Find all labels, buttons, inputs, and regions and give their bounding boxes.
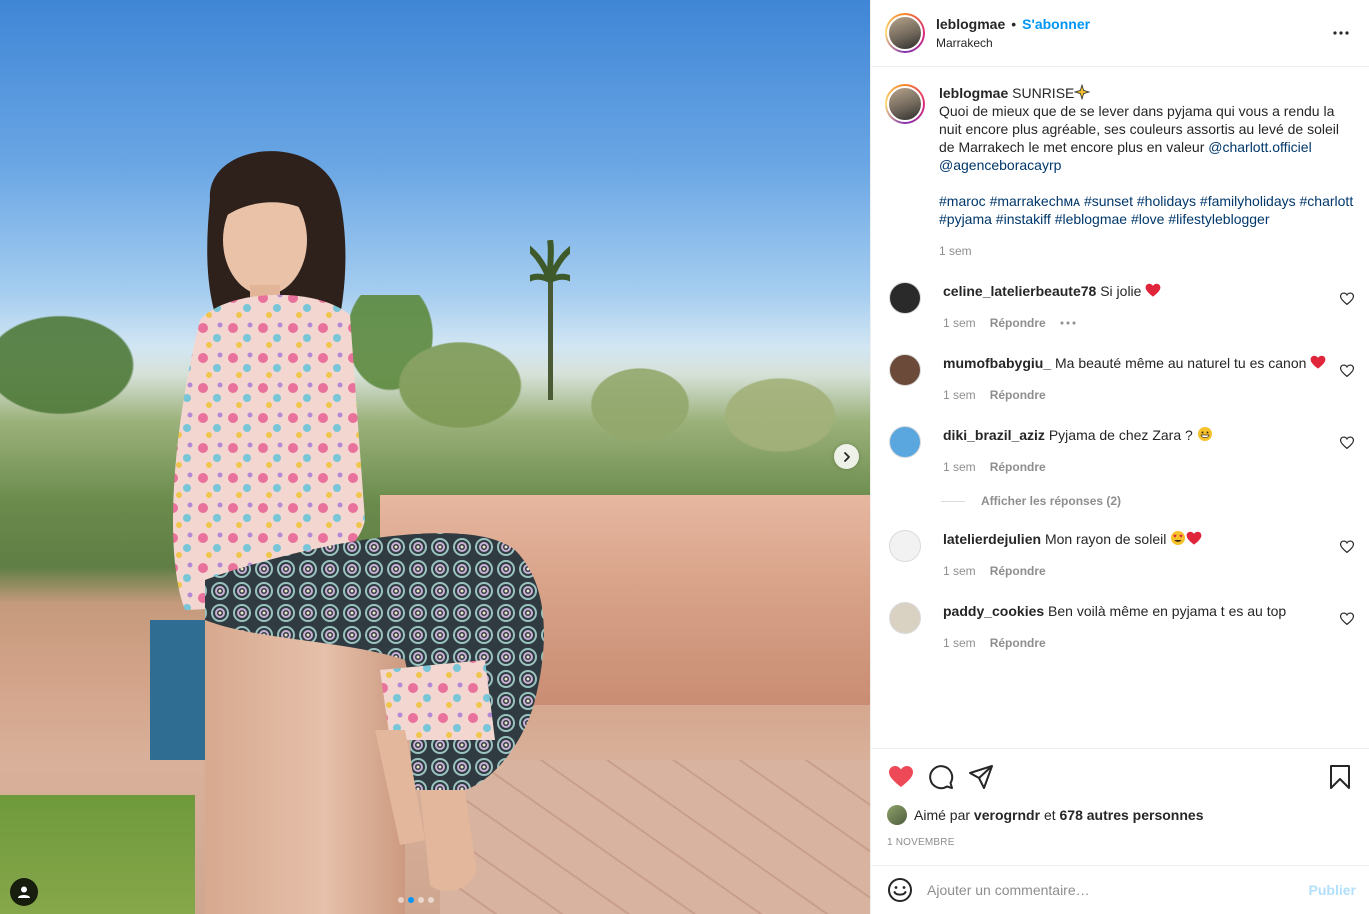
comment-username[interactable]: latelierdejulien (943, 531, 1041, 547)
comment-avatar[interactable] (889, 354, 921, 386)
comment-item: celine_latelierbeaute78 Si jolie 1 sem Ré… (885, 282, 1354, 332)
comment-text: Ma beauté même au naturel tu es canon (1055, 355, 1307, 371)
like-button[interactable] (887, 763, 915, 791)
comment-avatar[interactable] (889, 602, 921, 634)
liker-avatar[interactable] (887, 805, 907, 825)
comment-time[interactable]: 1 sem (943, 634, 976, 652)
post-location[interactable]: Marrakech (936, 36, 1329, 50)
comment-item: diki_brazil_aziz Pyjama de chez Zara ? 1… (885, 426, 1354, 476)
caption-mention-1[interactable]: @charlott.officiel (1208, 139, 1311, 155)
caption-time[interactable]: 1 sem (939, 242, 972, 260)
comment-text: Ben voilà même en pyjama t es au top (1048, 603, 1287, 619)
reply-button[interactable]: Répondre (990, 562, 1046, 580)
emoji-picker-icon[interactable] (887, 877, 913, 903)
heart-eyes-icon (1171, 531, 1186, 545)
post-side-panel: leblogmae • S'abonner Marrakech leblogma… (870, 0, 1369, 914)
post-date[interactable]: 1 NOVEMBRE (887, 837, 1354, 848)
save-button[interactable] (1326, 763, 1354, 791)
view-replies-button[interactable]: Afficher les réponses (2) (941, 494, 1354, 508)
next-photo-button[interactable] (834, 444, 859, 469)
reply-button[interactable]: Répondre (990, 386, 1046, 404)
photo-woman (173, 151, 544, 891)
header-bullet: • (1011, 16, 1017, 32)
comment-text: Mon rayon de soleil (1044, 531, 1167, 547)
comment-like-icon[interactable] (1340, 364, 1354, 378)
author-avatar[interactable] (885, 13, 925, 53)
bookmark-icon (1330, 765, 1350, 789)
more-options-button[interactable] (1329, 21, 1353, 45)
carousel-dot (398, 897, 404, 903)
grinning-face-icon (1197, 427, 1212, 441)
comment-like-icon[interactable] (1340, 540, 1354, 554)
carousel-dot (428, 897, 434, 903)
view-replies-label: Afficher les réponses (2) (981, 494, 1122, 508)
comment-avatar[interactable] (889, 426, 921, 458)
replies-line (941, 500, 965, 502)
follow-button[interactable]: S'abonner (1022, 16, 1090, 32)
comment-avatar[interactable] (889, 530, 921, 562)
comment-time[interactable]: 1 sem (943, 386, 976, 404)
comment-icon (929, 765, 954, 790)
publish-button[interactable]: Publier (1309, 882, 1356, 898)
comment-item: mumofbabygiu_ Ma beauté même au naturel … (885, 354, 1354, 404)
likes-prefix: Aimé par (914, 807, 971, 823)
caption-avatar[interactable] (885, 84, 925, 124)
caption-username[interactable]: leblogmae (939, 85, 1008, 101)
reply-button[interactable]: Répondre (990, 314, 1046, 332)
comment-username[interactable]: celine_latelierbeaute78 (943, 283, 1096, 299)
comment-input[interactable] (927, 882, 1309, 898)
comment-time[interactable]: 1 sem (943, 314, 976, 332)
user-icon (18, 886, 30, 898)
comment-text: Pyjama de chez Zara ? (1048, 427, 1193, 443)
liker-username[interactable]: verogrndr (974, 807, 1040, 823)
comment-username[interactable]: diki_brazil_aziz (943, 427, 1045, 443)
send-icon (969, 765, 993, 789)
red-heart-icon (1310, 355, 1326, 369)
comments-container: celine_latelierbeaute78 Si jolie 1 sem Ré… (885, 282, 1354, 652)
likes-connector: et (1043, 807, 1056, 823)
post-caption: leblogmae SUNRISE Quoi de mieux que de s… (885, 84, 1354, 260)
comment-item: latelierdejulien Mon rayon de soleil 1 s… (885, 530, 1354, 580)
comment-time[interactable]: 1 sem (943, 562, 976, 580)
chevron-right-icon (843, 451, 850, 462)
comment-text: Si jolie (1100, 283, 1142, 299)
reply-button[interactable]: Répondre (990, 634, 1046, 652)
comment-avatar[interactable] (889, 282, 921, 314)
caption-title: SUNRISE (1012, 85, 1075, 101)
red-heart-icon (1186, 531, 1202, 545)
caption-hashtags[interactable]: #maroc #marrakechᴍᴀ #sunset #holidays #f… (939, 193, 1353, 227)
add-comment-bar: Publier (871, 865, 1369, 914)
red-heart-icon (1145, 283, 1161, 297)
post-actions: Aimé par verogrndr et 678 autres personn… (871, 748, 1369, 848)
likes-summary: Aimé par verogrndr et 678 autres personn… (887, 805, 1354, 825)
more-horizontal-icon (1333, 31, 1349, 35)
comment-like-icon[interactable] (1340, 292, 1354, 306)
author-username[interactable]: leblogmae (936, 16, 1005, 32)
share-button[interactable] (967, 763, 995, 791)
comment-options-icon[interactable] (1060, 321, 1076, 325)
reply-button[interactable]: Répondre (990, 458, 1046, 476)
comments-list[interactable]: leblogmae SUNRISE Quoi de mieux que de s… (871, 68, 1369, 748)
comment-time[interactable]: 1 sem (943, 458, 976, 476)
caption-mention-2[interactable]: @agenceboracayrp (939, 157, 1061, 173)
post-header: leblogmae • S'abonner Marrakech (871, 0, 1369, 67)
carousel-dots (398, 897, 434, 903)
carousel-dot (418, 897, 424, 903)
comment-like-icon[interactable] (1340, 612, 1354, 626)
comment-username[interactable]: mumofbabygiu_ (943, 355, 1051, 371)
tagged-users-button[interactable] (10, 878, 38, 906)
comment-like-icon[interactable] (1340, 436, 1354, 450)
likes-others-link[interactable]: 678 autres personnes (1060, 807, 1204, 823)
sparkle-star-icon (1074, 84, 1091, 100)
post-modal: leblogmae • S'abonner Marrakech leblogma… (0, 0, 1369, 914)
comment-username[interactable]: paddy_cookies (943, 603, 1044, 619)
comment-button[interactable] (927, 763, 955, 791)
post-photo[interactable] (0, 0, 870, 914)
comment-item: paddy_cookies Ben voilà même en pyjama t… (885, 602, 1354, 652)
carousel-dot (408, 897, 414, 903)
heart-filled-icon (889, 766, 913, 787)
